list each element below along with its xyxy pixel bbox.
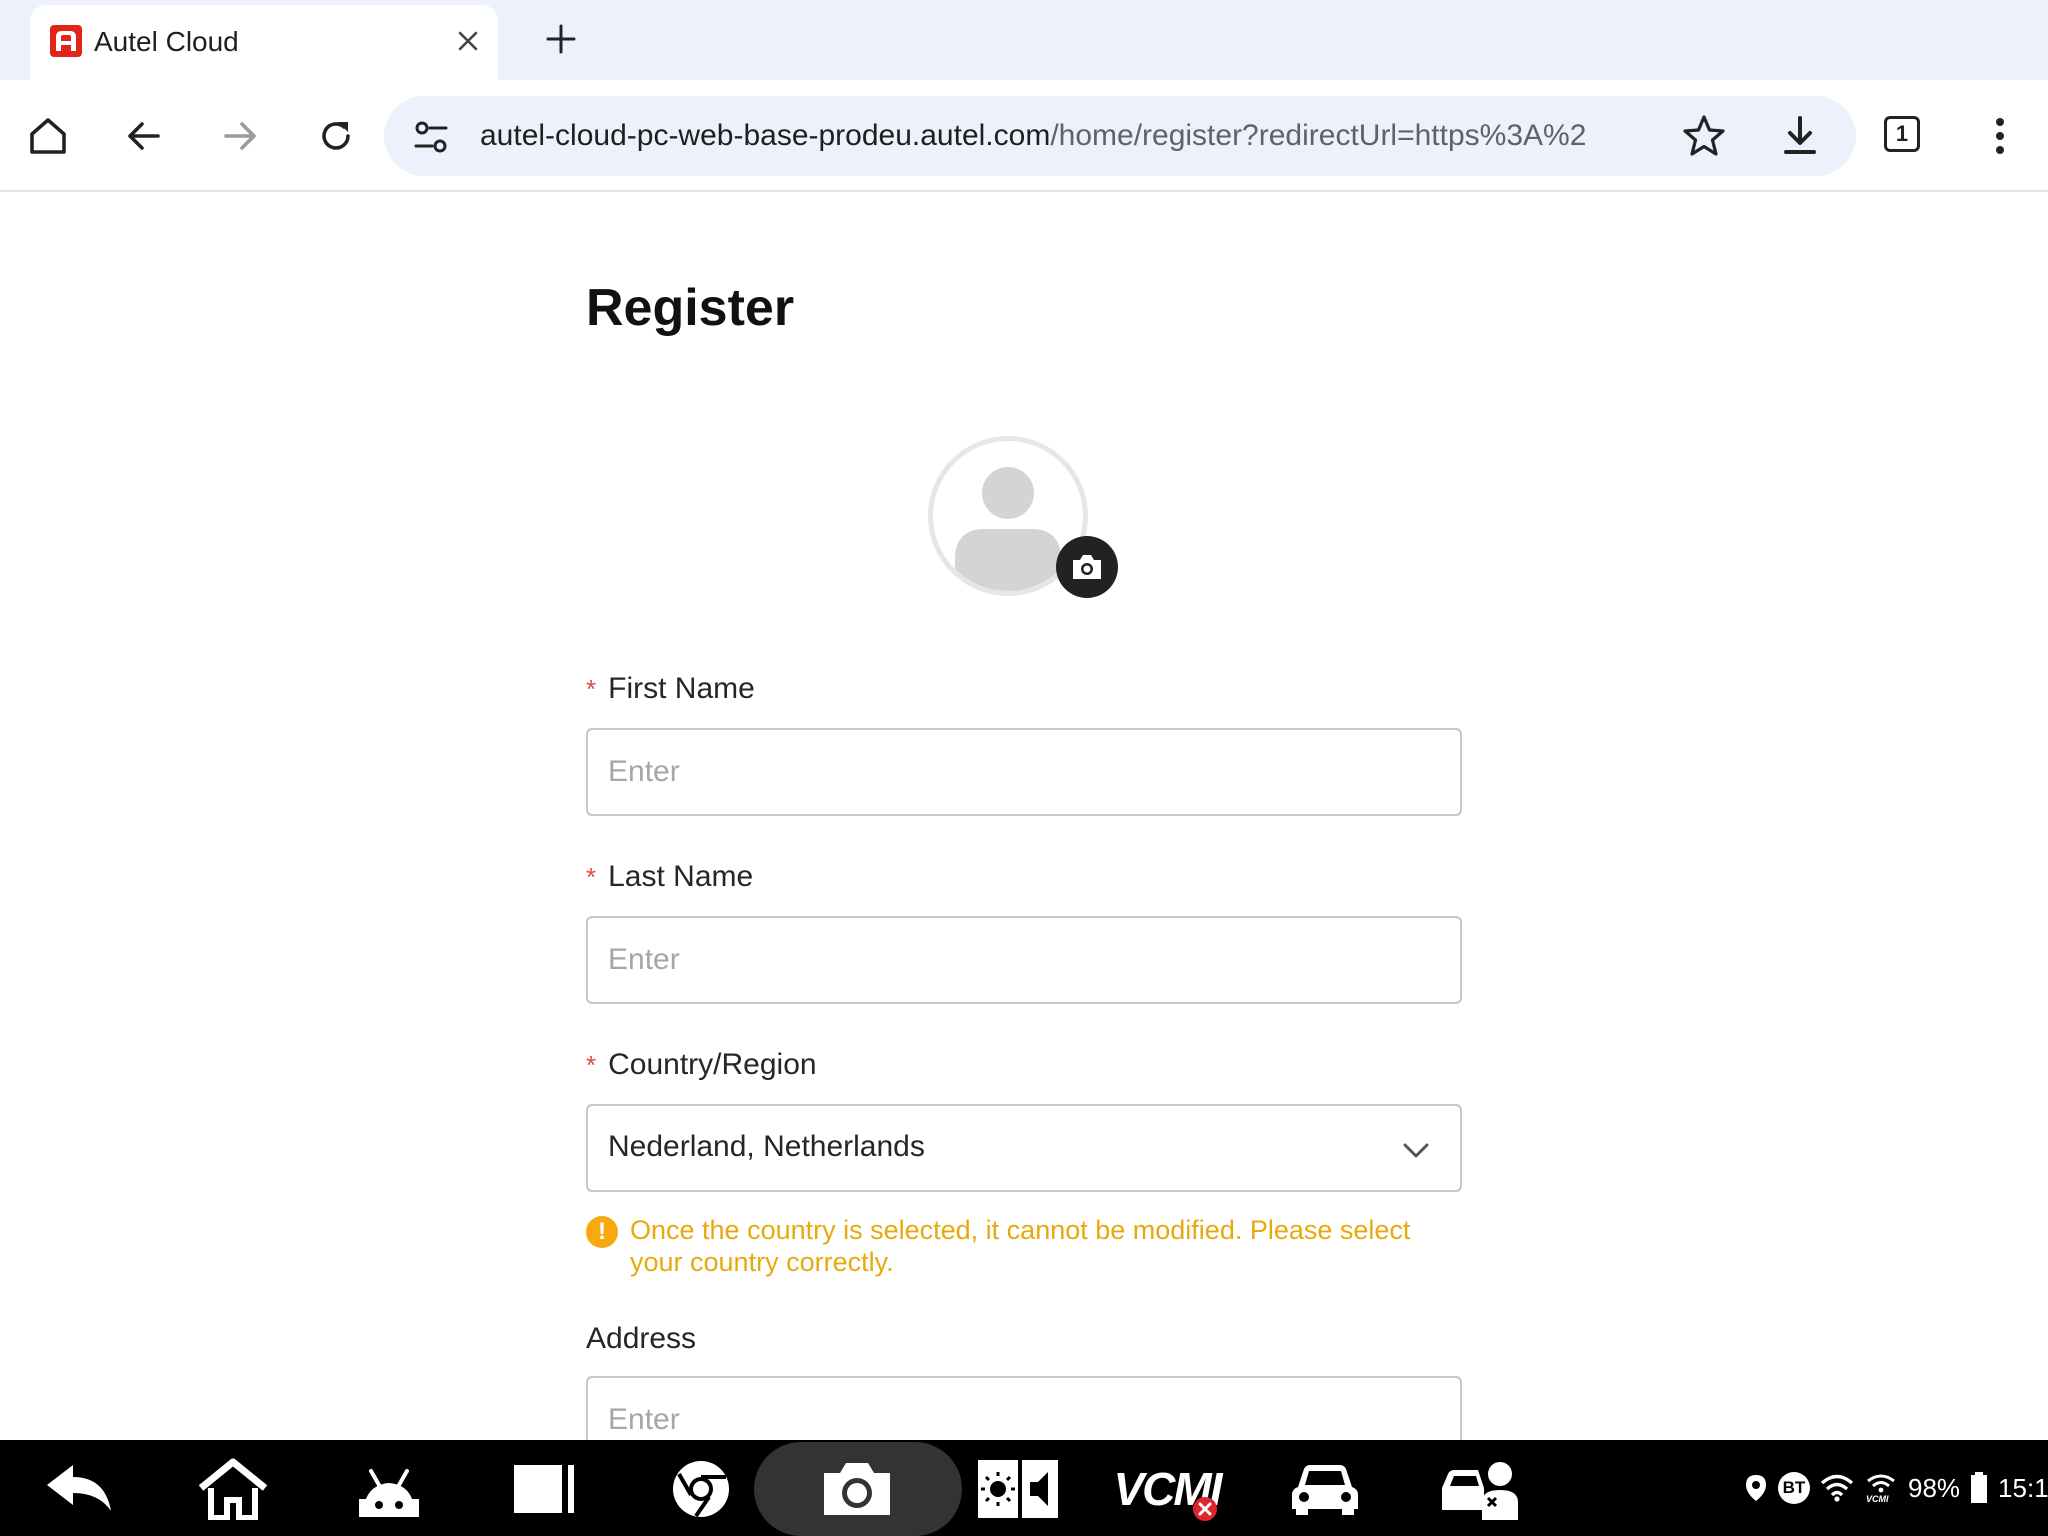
country-select-value: Nederland, Netherlands — [608, 1130, 925, 1163]
system-navbar: VCMI BT VCMI 98% 15:1 — [0, 1440, 2048, 1536]
close-icon[interactable] — [450, 23, 486, 59]
camera-icon — [824, 1463, 890, 1515]
nav-vehicle-button[interactable] — [1288, 1452, 1362, 1526]
first-name-label-text: First Name — [608, 672, 755, 705]
star-icon[interactable] — [1680, 112, 1728, 160]
camera-icon — [1073, 555, 1101, 579]
country-select[interactable]: Nederland, Netherlands — [586, 1104, 1462, 1192]
home-icon — [198, 1458, 268, 1520]
required-mark: * — [586, 674, 597, 704]
browser-toolbar: autel-cloud-pc-web-base-prodeu.autel.com… — [0, 80, 2048, 192]
back-button[interactable] — [116, 108, 172, 164]
battery-icon — [1971, 1472, 1988, 1503]
last-name-label: * Last Name — [586, 860, 753, 894]
nav-brightness-volume-button[interactable] — [968, 1452, 1068, 1526]
nav-back-button[interactable] — [42, 1452, 116, 1526]
last-name-input[interactable] — [586, 916, 1462, 1004]
bluetooth-badge: BT — [1778, 1472, 1810, 1504]
nav-chrome-button[interactable] — [664, 1452, 738, 1526]
android-icon — [359, 1469, 419, 1517]
forward-button[interactable] — [212, 108, 268, 164]
status-area: BT VCMI 98% 15:16 — [1744, 1470, 2048, 1506]
battery-percent: 98% — [1908, 1472, 1961, 1503]
clock: 15:16 — [1998, 1472, 2048, 1503]
arrow-left-icon — [128, 122, 160, 150]
nav-mechanic-button[interactable] — [1438, 1452, 1522, 1526]
address-label: Address — [586, 1322, 696, 1356]
back-icon — [47, 1465, 111, 1511]
brightness-volume-icon — [978, 1460, 1058, 1518]
mechanic-icon — [1442, 1462, 1518, 1520]
recents-icon — [514, 1465, 574, 1513]
country-label: * Country/Region — [586, 1048, 817, 1082]
url-path: /home/register?redirectUrl=https%3A%2 — [1050, 119, 1587, 152]
address-input[interactable] — [586, 1376, 1462, 1440]
required-mark: * — [586, 862, 597, 892]
address-bar[interactable]: autel-cloud-pc-web-base-prodeu.autel.com… — [384, 96, 1856, 176]
vcmi-wifi-icon: VCMI — [1866, 1474, 1895, 1503]
nav-recents-button[interactable] — [508, 1452, 582, 1526]
country-warning-text: Once the country is selected, it cannot … — [630, 1215, 1411, 1277]
chevron-down-icon — [1403, 1143, 1429, 1158]
plus-icon[interactable] — [540, 18, 582, 60]
location-icon — [1746, 1475, 1766, 1501]
tune-icon[interactable] — [410, 116, 452, 158]
tab-switcher-button[interactable]: 1 — [1884, 116, 1920, 152]
home-icon — [30, 118, 66, 154]
country-label-text: Country/Region — [608, 1048, 817, 1081]
svg-text:VCMI: VCMI — [1866, 1494, 1889, 1503]
more-vertical-icon[interactable] — [1982, 112, 2018, 160]
tab-title: Autel Cloud — [94, 26, 239, 57]
avatar-camera-button[interactable] — [1056, 536, 1118, 598]
required-mark: * — [586, 1050, 597, 1080]
reload-icon — [322, 122, 350, 150]
autel-logo-icon — [50, 25, 82, 57]
avatar-upload[interactable] — [928, 436, 1118, 598]
tab-count: 1 — [1895, 121, 1909, 146]
nav-vcmi-button[interactable]: VCMI — [1112, 1452, 1223, 1526]
reload-button[interactable] — [308, 108, 364, 164]
tab-strip: Autel Cloud — [0, 0, 2048, 80]
arrow-right-icon — [224, 122, 256, 150]
car-icon — [1292, 1465, 1358, 1515]
url-host: autel-cloud-pc-web-base-prodeu.autel.com — [480, 119, 1051, 152]
nav-screenshot-button[interactable] — [820, 1452, 894, 1526]
last-name-label-text: Last Name — [608, 860, 754, 893]
vcmi-disconnected-icon — [1193, 1497, 1217, 1521]
page-content: Register * First Name * Last Name — [0, 194, 2048, 1440]
browser-tab[interactable]: Autel Cloud — [30, 5, 498, 80]
home-button[interactable] — [20, 108, 76, 164]
first-name-label: * First Name — [586, 672, 755, 706]
page-title: Register — [586, 279, 795, 337]
address-label-text: Address — [586, 1322, 697, 1355]
first-name-input[interactable] — [586, 728, 1462, 816]
wifi-icon — [1820, 1474, 1854, 1502]
warning-icon: ! — [586, 1216, 618, 1248]
nav-android-button[interactable] — [352, 1452, 426, 1526]
nav-home-button[interactable] — [196, 1452, 270, 1526]
chrome-icon — [673, 1461, 729, 1518]
download-icon[interactable] — [1776, 112, 1824, 160]
